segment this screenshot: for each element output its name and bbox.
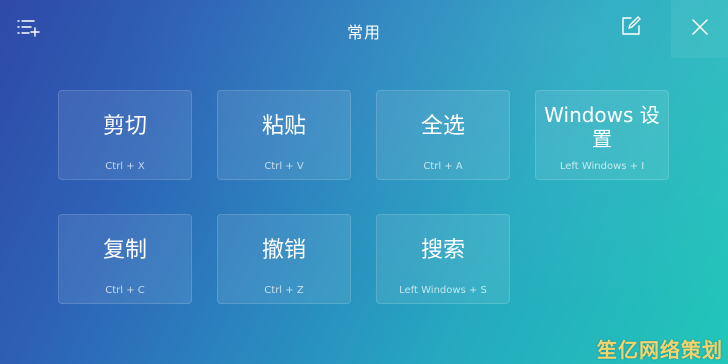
tile-label: 复制 <box>102 238 147 263</box>
tile-shortcut: Ctrl + V <box>264 161 304 172</box>
watermark: 笙亿网络策划 <box>597 338 723 362</box>
tile-select-all[interactable]: 全选 Ctrl + A <box>376 90 510 180</box>
tile-label: 粘贴 <box>261 114 306 139</box>
tile-shortcut: Ctrl + C <box>105 285 145 296</box>
tile-label: 搜索 <box>420 238 465 263</box>
tile-shortcut: Ctrl + A <box>423 161 463 172</box>
tile-label: Windows 设置 <box>544 103 660 151</box>
tile-label: 撤销 <box>261 238 306 263</box>
tile-shortcut: Ctrl + X <box>105 161 145 172</box>
tile-copy[interactable]: 复制 Ctrl + C <box>58 214 192 304</box>
tile-search[interactable]: 搜索 Left Windows + S <box>376 214 510 304</box>
edit-icon <box>620 15 642 41</box>
edit-button[interactable] <box>611 8 651 48</box>
tile-label: 剪切 <box>102 114 147 139</box>
close-icon <box>690 17 710 41</box>
tile-undo[interactable]: 撤销 Ctrl + Z <box>217 214 351 304</box>
tile-paste[interactable]: 粘贴 Ctrl + V <box>217 90 351 180</box>
tile-cut[interactable]: 剪切 Ctrl + X <box>58 90 192 180</box>
tile-shortcut: Left Windows + S <box>399 285 487 296</box>
tile-shortcut: Left Windows + I <box>559 161 645 172</box>
tile-shortcut: Ctrl + Z <box>264 285 304 296</box>
tile-label: 全选 <box>420 114 465 139</box>
tile-windows-settings[interactable]: Windows 设置 Left Windows + I <box>535 90 669 180</box>
close-button[interactable] <box>671 0 728 58</box>
top-bar: 常用 <box>0 0 728 58</box>
